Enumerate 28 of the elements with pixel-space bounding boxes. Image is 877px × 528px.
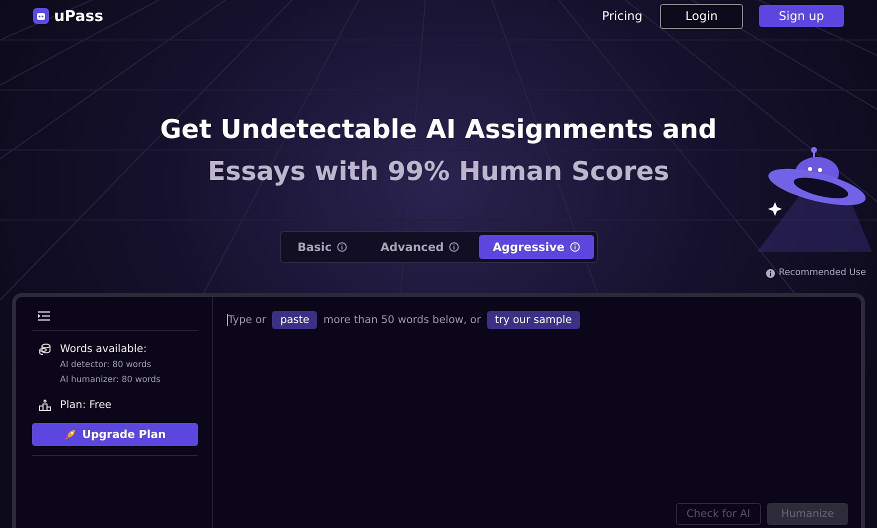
logo-icon [33,8,49,24]
prompt-button[interactable]: paste [272,311,318,329]
info-icon [766,268,775,278]
coins-icon [39,343,51,355]
prompt-button[interactable]: try our sample [486,311,580,329]
podium-icon [39,399,51,411]
hero-title: Get Undetectable AI Assignments and [159,115,718,145]
recommended-use-label[interactable]: Recommended Use [778,268,866,278]
mode-tab[interactable]: Aggressive [478,235,594,259]
prompt-text: more than 50 words below, or [323,314,481,326]
login-button[interactable]: Login [660,4,743,28]
menu-icon[interactable] [38,311,50,321]
info-icon [448,242,459,252]
info-icon [570,242,580,252]
words-available-title: Words available: [60,343,147,355]
nav-link[interactable]: Pricing [600,4,644,28]
brand-name: uPass [54,7,104,25]
upgrade-plan-button[interactable]: Upgrade Plan [32,423,198,446]
mode-tab[interactable]: Advanced [366,235,473,259]
rocket-icon [64,428,76,440]
signup-button[interactable]: Sign up [758,5,844,27]
info-icon [336,242,347,252]
humanizer-words: AI humanizer: 80 words [60,375,162,385]
detector-words: AI detector: 80 words [60,360,152,370]
plan-label: Plan: Free [60,399,112,411]
mode-tab[interactable]: Basic [284,235,361,259]
hero-subtitle: Essays with 99% Human Scores [206,157,670,187]
prompt-text: Type or [228,314,266,326]
